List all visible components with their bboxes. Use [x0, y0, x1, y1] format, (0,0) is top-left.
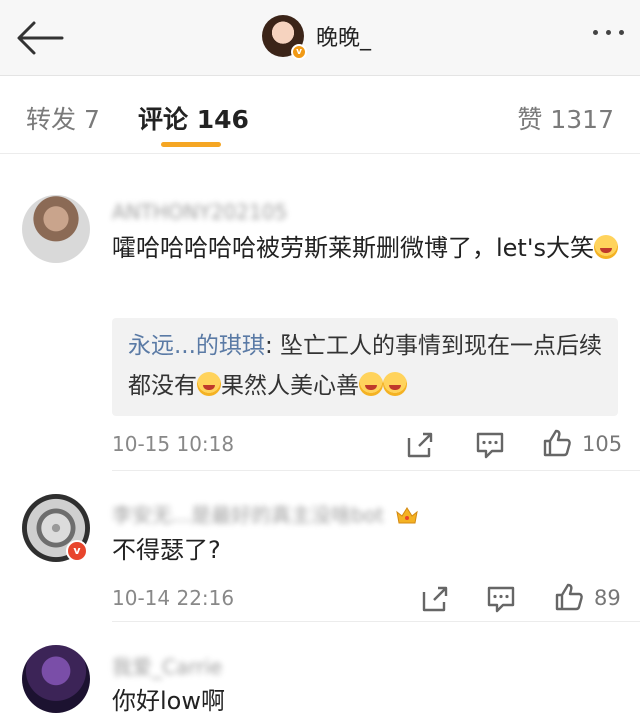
arrow-left-icon[interactable]	[14, 18, 66, 58]
reply-author-name[interactable]: 永远...的琪琪	[128, 333, 265, 359]
crown-icon	[396, 507, 418, 524]
comment-author-name-text: ANTHONY202105	[112, 200, 288, 224]
like-thumb-icon[interactable]	[554, 582, 584, 612]
reply-text-part2: 果然人美心善	[221, 373, 359, 399]
comment-time: 10-15 10:18	[112, 432, 235, 456]
comment-item: v 李安无...是最好的真主没啥bot 不得瑟了? 10-14 22:16 89	[0, 472, 640, 622]
avatar[interactable]: v	[262, 15, 307, 60]
comment-item: 我爱_Carrie 你好low啊	[0, 623, 640, 723]
laughing-emoji-icon	[593, 235, 618, 259]
reply-preview[interactable]: 永远...的琪琪: 坠亡工人的事情到现在一点后续都没有 果然人美心善	[112, 318, 618, 416]
more-dots-icon[interactable]	[593, 30, 624, 35]
tab-bar: 转发 7 评论 146 赞 1317	[0, 76, 640, 154]
verified-badge-icon: v	[291, 44, 307, 60]
avatar[interactable]	[22, 195, 90, 263]
like-thumb-icon[interactable]	[542, 428, 572, 458]
comment-author-name-text: 李安无...是最好的真主没啥bot	[112, 503, 384, 527]
comment-author-name-text: 我爱_Carrie	[112, 655, 223, 679]
tab-comments[interactable]: 评论 146	[138, 100, 249, 136]
page-title: 晚晚_	[316, 26, 372, 51]
comment-text: 你好low啊	[112, 687, 225, 715]
comment-time: 10-14 22:16	[112, 586, 235, 610]
comment-text: 嚯哈哈哈哈哈被劳斯莱斯删微博了，let's大笑	[112, 228, 620, 268]
comment-text: 不得瑟了?	[112, 536, 221, 564]
tab-repost[interactable]: 转发 7	[26, 100, 100, 136]
comment-author-name[interactable]: ANTHONY202105	[112, 200, 287, 224]
like-count: 89	[594, 586, 621, 610]
repost-icon[interactable]	[405, 430, 435, 460]
comment-item: ANTHONY202105 嚯哈哈哈哈哈被劳斯莱斯删微博了，let's大笑 永远…	[0, 155, 640, 471]
post-author[interactable]: v 晚晚_	[262, 14, 372, 60]
divider	[112, 470, 640, 471]
emoji-icon	[383, 372, 407, 396]
divider	[112, 621, 640, 622]
avatar[interactable]	[22, 645, 90, 713]
comment-text-content: 嚯哈哈哈哈哈被劳斯莱斯删微博了，let's大笑	[112, 234, 594, 262]
verified-badge-icon: v	[66, 540, 88, 562]
repost-icon[interactable]	[420, 584, 450, 614]
tab-likes[interactable]: 赞 1317	[517, 100, 614, 136]
active-tab-indicator	[161, 142, 221, 147]
comment-icon[interactable]	[475, 430, 505, 460]
comment-icon[interactable]	[486, 584, 516, 614]
comment-author-name[interactable]: 我爱_Carrie	[112, 651, 222, 680]
emoji-icon	[359, 372, 383, 396]
like-count: 105	[582, 432, 623, 456]
emoji-icon	[197, 372, 221, 396]
comment-author-name[interactable]: 李安无...是最好的真主没啥bot	[112, 499, 418, 528]
top-nav-bar: v 晚晚_	[0, 0, 640, 76]
